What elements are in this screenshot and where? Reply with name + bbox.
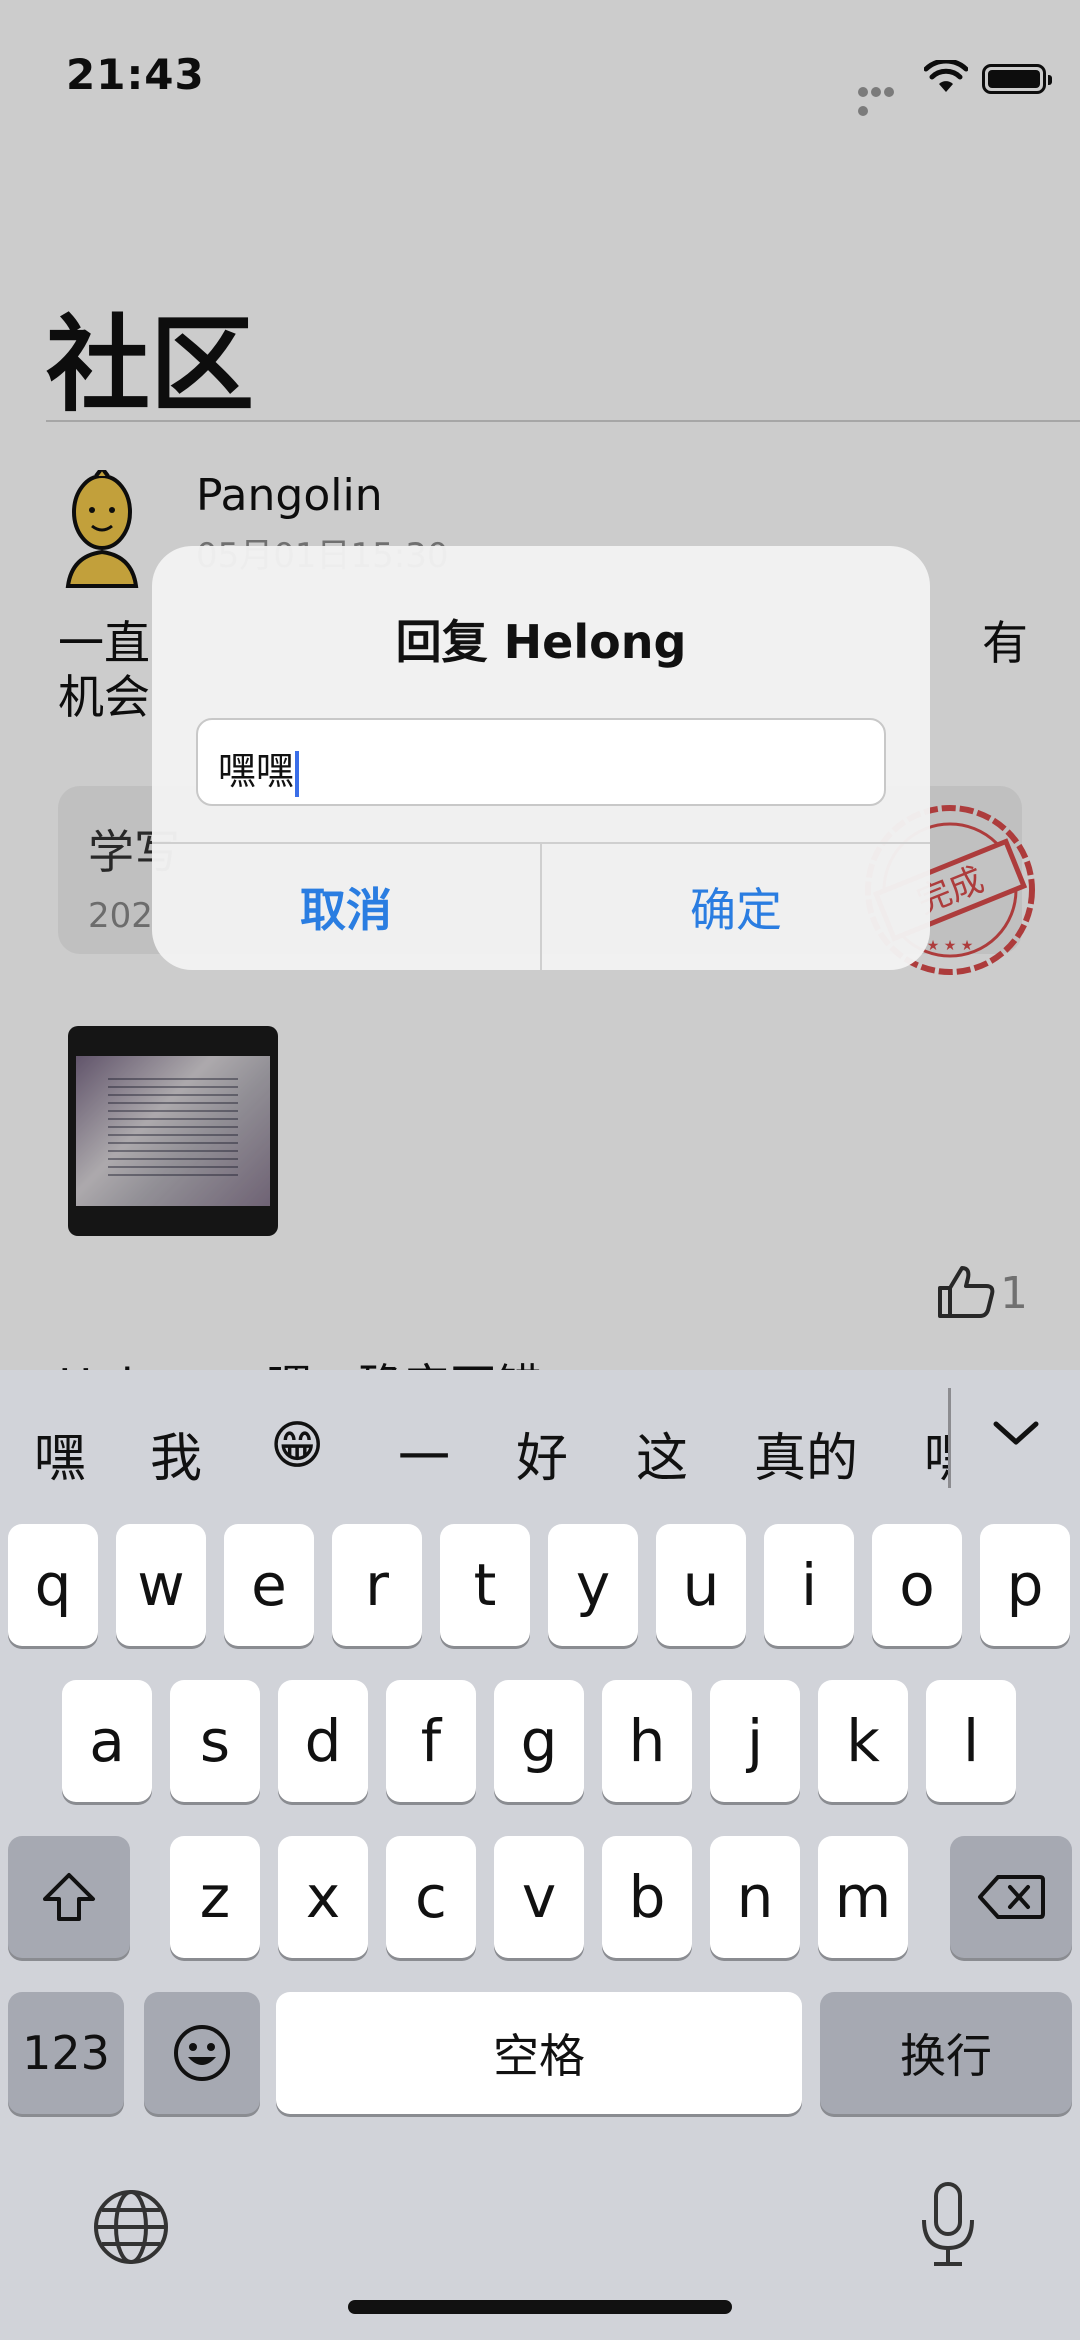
key-s[interactable]: s	[170, 1680, 260, 1802]
key-x[interactable]: x	[278, 1836, 368, 1958]
candidate-item[interactable]: 好	[516, 1416, 568, 1491]
candidate-bar: 嘿 我 😁 一 好 这 真的 嘿	[0, 1370, 1080, 1520]
key-e[interactable]: e	[224, 1524, 314, 1646]
candidate-item[interactable]: 嘿	[34, 1416, 86, 1491]
key-t[interactable]: t	[440, 1524, 530, 1646]
key-w[interactable]: w	[116, 1524, 206, 1646]
shift-key[interactable]	[8, 1836, 130, 1958]
backspace-icon	[978, 1875, 1045, 1919]
keyboard: 嘿 我 😁 一 好 这 真的 嘿 q w e r t y u i o p a s…	[0, 1370, 1080, 2340]
dialog-title: 回复 Helong	[395, 615, 687, 669]
key-z[interactable]: z	[170, 1836, 260, 1958]
key-m[interactable]: m	[818, 1836, 908, 1958]
candidate-separator	[948, 1388, 951, 1488]
key-p[interactable]: p	[980, 1524, 1070, 1646]
reply-input-value: 嘿嘿	[218, 749, 295, 793]
space-key[interactable]: 空格	[276, 1992, 802, 2114]
key-y[interactable]: y	[548, 1524, 638, 1646]
emoji-icon	[174, 2025, 230, 2081]
reply-input[interactable]: 嘿嘿	[196, 718, 886, 806]
candidate-item[interactable]: 我	[150, 1416, 202, 1491]
key-a[interactable]: a	[62, 1680, 152, 1802]
numbers-key[interactable]: 123	[8, 1992, 124, 2114]
candidate-item[interactable]: 嘿	[924, 1416, 948, 1491]
candidate-item[interactable]: 一	[398, 1416, 450, 1491]
return-key[interactable]: 换行	[820, 1992, 1072, 2114]
key-l[interactable]: l	[926, 1680, 1016, 1802]
shift-icon	[43, 1873, 95, 1921]
key-f[interactable]: f	[386, 1680, 476, 1802]
chevron-down-icon[interactable]	[992, 1418, 1040, 1448]
home-indicator[interactable]	[348, 2300, 732, 2314]
text-caret	[295, 750, 300, 797]
key-q[interactable]: q	[8, 1524, 98, 1646]
key-u[interactable]: u	[656, 1524, 746, 1646]
key-b[interactable]: b	[602, 1836, 692, 1958]
key-o[interactable]: o	[872, 1524, 962, 1646]
reply-dialog: 回复 Helong 嘿嘿 取消 确定	[152, 546, 930, 970]
key-c[interactable]: c	[386, 1836, 476, 1958]
key-i[interactable]: i	[764, 1524, 854, 1646]
key-n[interactable]: n	[710, 1836, 800, 1958]
key-v[interactable]: v	[494, 1836, 584, 1958]
key-j[interactable]: j	[710, 1680, 800, 1802]
candidate-item[interactable]: 这	[636, 1416, 688, 1491]
emoji-key[interactable]	[144, 1992, 260, 2114]
key-d[interactable]: d	[278, 1680, 368, 1802]
candidate-item[interactable]: 真的	[754, 1416, 858, 1491]
cancel-button[interactable]: 取消	[152, 844, 540, 970]
globe-icon[interactable]	[92, 2188, 170, 2266]
key-g[interactable]: g	[494, 1680, 584, 1802]
microphone-icon[interactable]	[918, 2180, 978, 2270]
key-k[interactable]: k	[818, 1680, 908, 1802]
confirm-button[interactable]: 确定	[542, 844, 930, 970]
key-h[interactable]: h	[602, 1680, 692, 1802]
delete-key[interactable]	[950, 1836, 1072, 1958]
candidate-item[interactable]: 😁	[270, 1416, 324, 1476]
key-r[interactable]: r	[332, 1524, 422, 1646]
